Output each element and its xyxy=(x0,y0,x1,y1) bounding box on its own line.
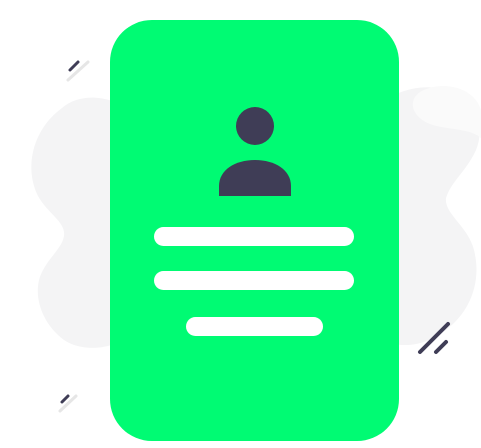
profile-card xyxy=(110,20,399,441)
decorative-slash-top-left xyxy=(66,60,90,82)
text-line-1 xyxy=(154,227,354,246)
profile-card-illustration xyxy=(31,20,481,441)
text-line-2 xyxy=(154,271,354,290)
decorative-slash-bottom-left xyxy=(58,394,78,413)
text-line-3 xyxy=(186,317,323,336)
illustration-canvas xyxy=(0,0,481,448)
